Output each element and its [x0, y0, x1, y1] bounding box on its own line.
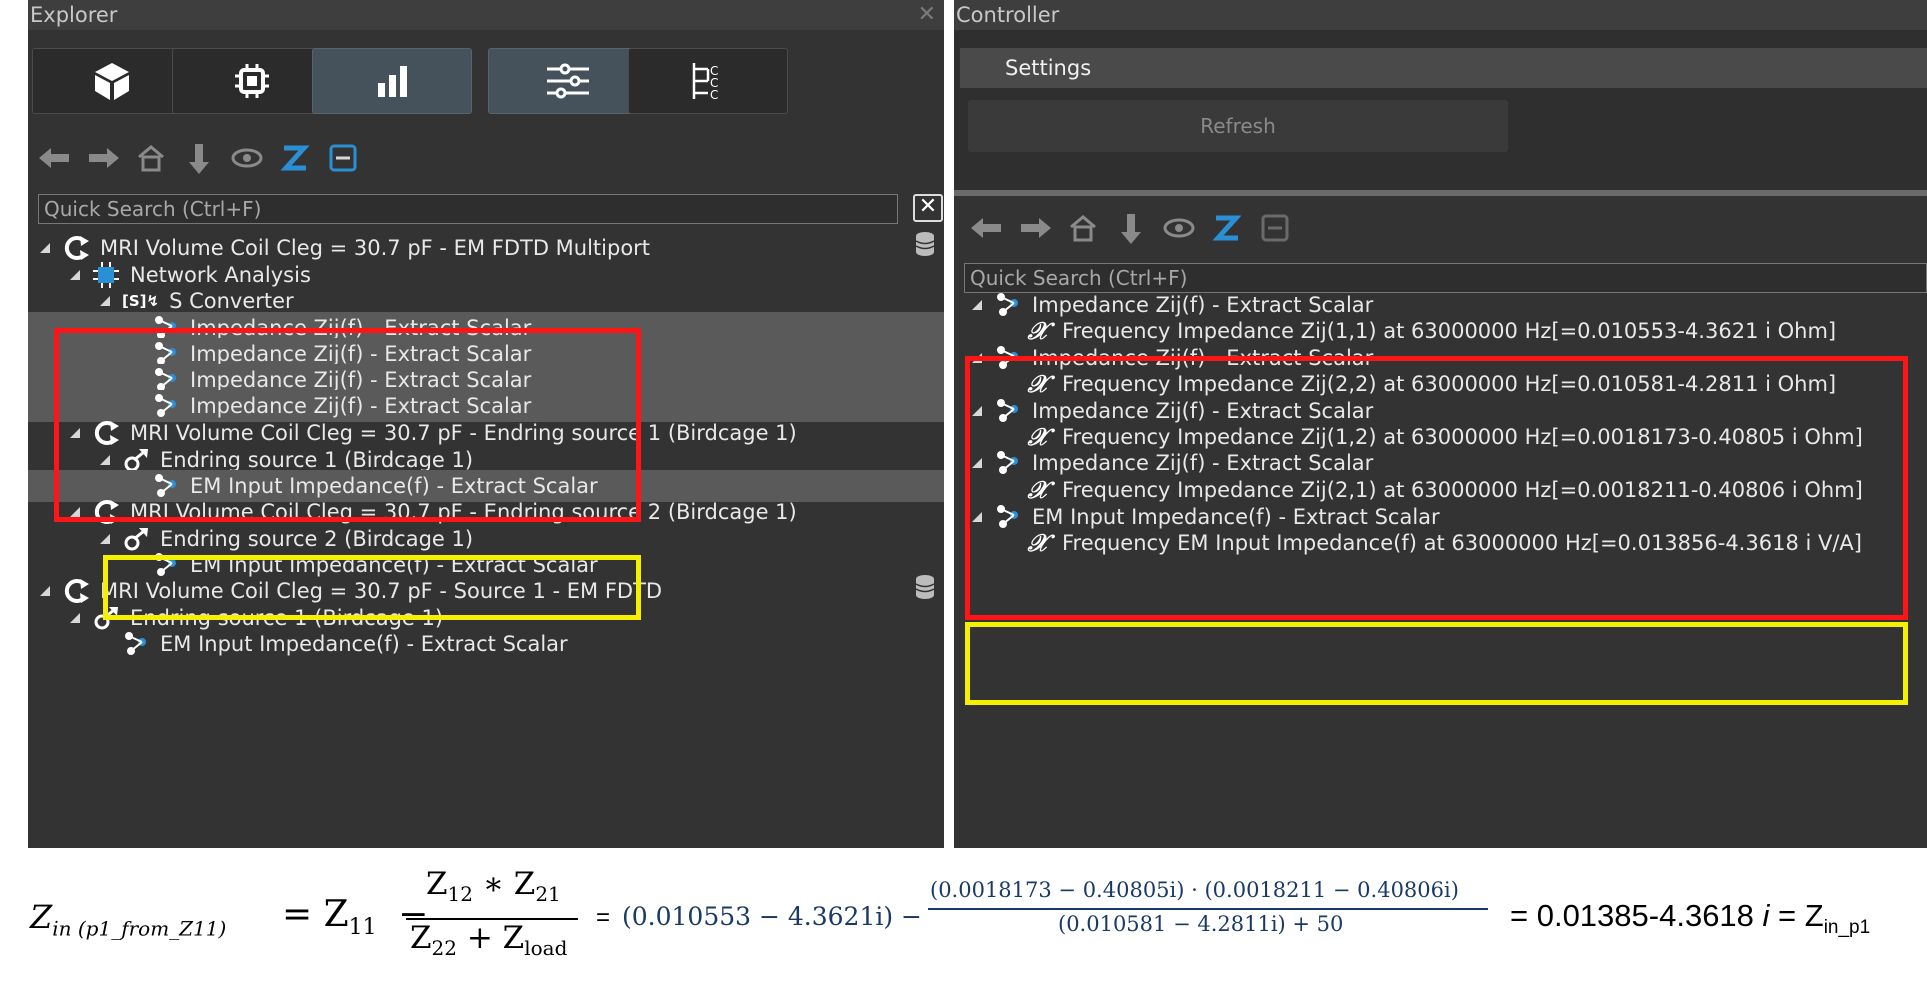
tab-hierarchy[interactable]: C C C: [628, 48, 788, 114]
tree-item-label: EM Input Impedance(f) - Extract Scalar: [160, 632, 568, 656]
expand-triangle-icon[interactable]: [972, 300, 982, 310]
down-arrow-icon[interactable]: [182, 141, 216, 175]
cube-icon: [95, 63, 129, 100]
formula-lhs: Zin (p1_from_Z11): [30, 898, 227, 941]
explorer-titlebar: Explorer ✕: [28, 0, 944, 30]
scalar-x-icon: 𝒳: [1027, 369, 1049, 398]
expand-triangle-icon[interactable]: [100, 296, 110, 306]
back-arrow-icon[interactable]: [38, 141, 72, 175]
scalar-x-icon: 𝒳: [1027, 316, 1049, 345]
eye-icon[interactable]: [1162, 211, 1196, 245]
tree-item[interactable]: EM Input Impedance(f) - Extract Scalar: [28, 628, 568, 660]
simulation-icon: [92, 419, 120, 447]
forward-arrow-icon[interactable]: [86, 141, 120, 175]
sliders-icon: [547, 63, 589, 99]
formula-frac2-numerator: (0.0018173 − 0.40805i) · (0.0018211 − 0.…: [930, 878, 1459, 902]
expand-triangle-icon[interactable]: [40, 586, 50, 596]
home-icon[interactable]: [134, 141, 168, 175]
settings-tab[interactable]: Settings: [960, 48, 1927, 88]
expand-triangle-icon[interactable]: [40, 243, 50, 253]
explorer-toolbar: [38, 140, 360, 176]
explorer-search-input[interactable]: Quick Search (Ctrl+F): [38, 194, 898, 224]
bar-chart-icon: [378, 66, 407, 97]
collapse-icon[interactable]: [1258, 211, 1292, 245]
formula-eq2: =: [596, 904, 611, 931]
down-arrow-icon[interactable]: [1114, 211, 1148, 245]
expand-triangle-icon[interactable]: [972, 406, 982, 416]
controller-title: Controller: [956, 3, 1060, 27]
formula-frac1-numerator: Z12 ∗ Z21: [426, 866, 561, 907]
svg-text:C: C: [710, 88, 718, 102]
close-icon[interactable]: ✕: [918, 0, 936, 30]
tab-analysis[interactable]: [312, 48, 472, 114]
expand-triangle-icon[interactable]: [70, 428, 80, 438]
expand-triangle-icon[interactable]: [70, 613, 80, 623]
formula-frac2-line: [928, 908, 1488, 910]
explorer-title: Explorer: [30, 3, 118, 27]
back-arrow-icon[interactable]: [970, 211, 1004, 245]
z-sort-icon[interactable]: [1210, 211, 1244, 245]
forward-arrow-icon[interactable]: [1018, 211, 1052, 245]
clear-search-icon[interactable]: ✕: [913, 194, 943, 222]
expand-triangle-icon[interactable]: [972, 458, 982, 468]
expand-triangle-icon[interactable]: [70, 270, 80, 280]
extract-scalar-icon: [122, 630, 150, 658]
chip-icon: [235, 64, 269, 98]
expand-triangle-icon[interactable]: [100, 455, 110, 465]
database-icon: [914, 574, 936, 609]
scalar-x-icon: 𝒳: [1027, 528, 1049, 557]
refresh-button[interactable]: Refresh: [968, 100, 1508, 152]
formula-result: = 0.01385-4.3618 i = Zin_p1: [1510, 898, 1871, 939]
result-item[interactable]: 𝒳 Frequency EM Input Impedance(f) at 6300…: [954, 527, 1862, 559]
explorer-panel: Explorer ✕ C C C Quick Search (Ctrl+F) ✕…: [28, 0, 944, 848]
tab-settings[interactable]: [488, 48, 648, 114]
simulation-icon: [62, 577, 90, 605]
expand-triangle-icon[interactable]: [972, 353, 982, 363]
formula-frac2-denominator: (0.010581 − 4.2811i) + 50: [1058, 912, 1344, 936]
hierarchy-icon: C C C: [692, 63, 718, 102]
simulation-icon: [92, 498, 120, 526]
scalar-x-icon: 𝒳: [1027, 475, 1049, 504]
panel-splitter[interactable]: [954, 190, 1927, 196]
extract-scalar-icon: [994, 449, 1022, 477]
database-icon: [914, 231, 936, 266]
yellow-highlight-box: [965, 622, 1908, 705]
collapse-icon[interactable]: [326, 141, 360, 175]
impedance-formula: Zin (p1_from_Z11) = Z11 − Z12 ∗ Z21 Z22 …: [0, 866, 1927, 980]
expand-triangle-icon[interactable]: [100, 534, 110, 544]
expand-triangle-icon[interactable]: [70, 507, 80, 517]
tab-simulation[interactable]: [172, 48, 332, 114]
z-sort-icon[interactable]: [278, 141, 312, 175]
controller-titlebar: Controller: [954, 0, 1927, 30]
extract-scalar-icon: [152, 392, 180, 420]
eye-icon[interactable]: [230, 141, 264, 175]
s-converter-icon: [S] ↯: [122, 292, 160, 310]
home-icon[interactable]: [1066, 211, 1100, 245]
controller-toolbar: [970, 210, 1292, 246]
expand-triangle-icon[interactable]: [972, 512, 982, 522]
formula-frac1-denominator: Z22 + Zload: [410, 920, 568, 961]
controller-panel: Controller Settings Refresh Quick Search…: [954, 0, 1927, 848]
formula-term1: (0.010553 − 4.3621i) −: [622, 902, 922, 931]
simulation-icon: [62, 234, 90, 262]
tab-model[interactable]: [32, 48, 192, 114]
tree-item-label: Frequency EM Input Impedance(f) at 63000…: [1062, 531, 1862, 555]
